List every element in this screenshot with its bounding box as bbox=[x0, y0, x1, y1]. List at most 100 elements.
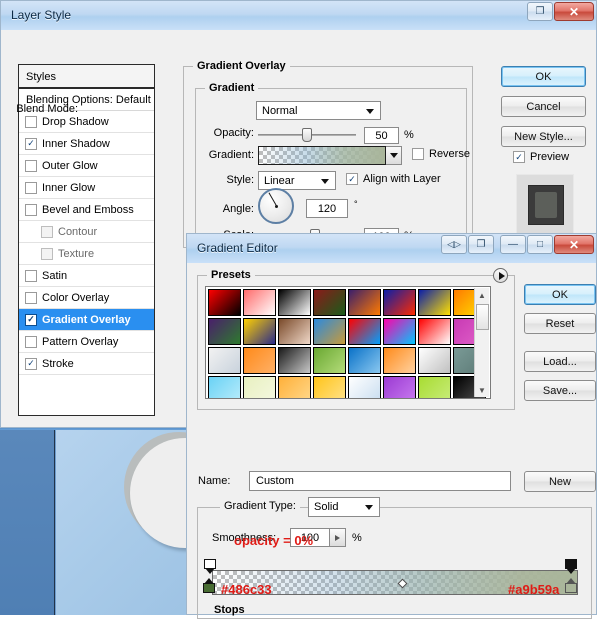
style-row-pattern-overlay[interactable]: Pattern Overlay bbox=[19, 331, 154, 353]
checkbox-inner-shadow[interactable] bbox=[25, 138, 37, 150]
presets-list[interactable]: ▲ ▼ bbox=[205, 286, 491, 399]
preset-swatch[interactable] bbox=[278, 376, 311, 399]
style-row-inner-shadow[interactable]: Inner Shadow bbox=[19, 133, 154, 155]
gradient-editor-save-button[interactable]: Save... bbox=[524, 380, 596, 401]
checkbox-reverse[interactable] bbox=[412, 148, 424, 160]
layer-style-ok-button[interactable]: OK bbox=[501, 66, 586, 87]
checkbox-stroke[interactable] bbox=[25, 358, 37, 370]
preset-swatch[interactable] bbox=[243, 376, 276, 399]
gradient-swatch[interactable] bbox=[258, 146, 386, 165]
gradient-picker-dropdown[interactable] bbox=[386, 146, 402, 165]
gradient-editor-titlebar[interactable]: Gradient Editor ◁▷ ❐ — □ ✕ bbox=[187, 234, 596, 263]
color-stop-left[interactable] bbox=[203, 578, 215, 594]
smoothness-stepper[interactable] bbox=[330, 528, 346, 547]
preset-swatch[interactable] bbox=[383, 289, 416, 316]
presets-scrollbar[interactable]: ▲ ▼ bbox=[474, 288, 489, 397]
checkbox-outer-glow[interactable] bbox=[25, 160, 37, 172]
presets-grid[interactable] bbox=[208, 289, 486, 399]
preset-swatch[interactable] bbox=[278, 347, 311, 374]
layer-style-cancel-button[interactable]: Cancel bbox=[501, 96, 586, 117]
opacity-slider-thumb[interactable] bbox=[302, 128, 312, 142]
preset-swatch[interactable] bbox=[208, 376, 241, 399]
style-row-gradient-overlay[interactable]: Gradient Overlay bbox=[19, 309, 154, 331]
checkbox-inner-glow[interactable] bbox=[25, 182, 37, 194]
style-row-satin[interactable]: Satin bbox=[19, 265, 154, 287]
checkbox-contour[interactable] bbox=[41, 226, 53, 238]
checkbox-preview[interactable] bbox=[513, 151, 525, 163]
style-row-contour[interactable]: Contour bbox=[19, 221, 154, 243]
angle-dial[interactable] bbox=[258, 188, 294, 224]
gradient-editor-ok-button[interactable]: OK bbox=[524, 284, 596, 305]
checkbox-texture[interactable] bbox=[41, 248, 53, 260]
opacity-value-field[interactable]: 50 bbox=[364, 127, 399, 144]
opacity-slider[interactable] bbox=[258, 127, 356, 143]
preset-swatch[interactable] bbox=[278, 318, 311, 345]
preset-swatch[interactable] bbox=[348, 376, 381, 399]
scroll-down-icon[interactable]: ▼ bbox=[475, 383, 490, 397]
gradient-picker[interactable] bbox=[258, 146, 402, 165]
presets-menu-icon[interactable] bbox=[493, 268, 508, 283]
preset-swatch[interactable] bbox=[383, 318, 416, 345]
resize-icon[interactable]: ◁▷ bbox=[441, 235, 467, 254]
color-stop-right[interactable] bbox=[565, 578, 577, 594]
opacity-stop-left[interactable] bbox=[204, 559, 216, 574]
preset-swatch[interactable] bbox=[313, 376, 346, 399]
minimize-icon[interactable]: — bbox=[500, 235, 526, 254]
checkbox-align-with-layer[interactable] bbox=[346, 173, 358, 185]
checkbox-drop-shadow[interactable] bbox=[25, 116, 37, 128]
opacity-stop-right[interactable] bbox=[565, 559, 577, 574]
restore-icon[interactable]: ❐ bbox=[468, 235, 494, 254]
gradient-type-select[interactable]: Solid bbox=[308, 497, 380, 517]
checkbox-pattern-overlay[interactable] bbox=[25, 336, 37, 348]
gradient-editor-window-buttons: ◁▷ ❐ — □ ✕ bbox=[440, 235, 594, 254]
gradient-editor-new-button[interactable]: New bbox=[524, 471, 596, 492]
gradient-editor-reset-button[interactable]: Reset bbox=[524, 313, 596, 334]
preset-swatch[interactable] bbox=[418, 347, 451, 374]
style-row-outer-glow[interactable]: Outer Glow bbox=[19, 155, 154, 177]
preset-swatch[interactable] bbox=[348, 289, 381, 316]
close-icon[interactable]: ✕ bbox=[554, 235, 594, 254]
style-select[interactable]: Linear bbox=[258, 171, 336, 190]
name-input[interactable]: Custom bbox=[249, 471, 511, 491]
preset-swatch[interactable] bbox=[243, 347, 276, 374]
checkbox-color-overlay[interactable] bbox=[25, 292, 37, 304]
style-row-color-overlay[interactable]: Color Overlay bbox=[19, 287, 154, 309]
preset-swatch[interactable] bbox=[348, 318, 381, 345]
reverse-checkbox-row[interactable]: Reverse bbox=[412, 148, 470, 160]
layer-style-titlebar[interactable]: Layer Style ❐ ✕ bbox=[1, 1, 596, 30]
preset-swatch[interactable] bbox=[348, 347, 381, 374]
new-style-button[interactable]: New Style... bbox=[501, 126, 586, 147]
checkbox-satin[interactable] bbox=[25, 270, 37, 282]
preset-swatch[interactable] bbox=[418, 289, 451, 316]
presets-scrollbar-thumb[interactable] bbox=[476, 304, 489, 330]
checkbox-gradient-overlay[interactable] bbox=[25, 314, 37, 326]
preset-swatch[interactable] bbox=[208, 318, 241, 345]
style-row-bevel-and-emboss[interactable]: Bevel and Emboss bbox=[19, 199, 154, 221]
preset-swatch[interactable] bbox=[313, 289, 346, 316]
checkbox-bevel-and-emboss[interactable] bbox=[25, 204, 37, 216]
preset-swatch[interactable] bbox=[243, 289, 276, 316]
preset-swatch[interactable] bbox=[418, 376, 451, 399]
preset-swatch[interactable] bbox=[208, 347, 241, 374]
gradient-editor-load-button[interactable]: Load... bbox=[524, 351, 596, 372]
blend-mode-select[interactable]: Normal bbox=[256, 101, 381, 120]
close-icon[interactable]: ✕ bbox=[554, 2, 594, 21]
style-row-inner-glow[interactable]: Inner Glow bbox=[19, 177, 154, 199]
scroll-up-icon[interactable]: ▲ bbox=[475, 288, 490, 302]
align-with-layer-row[interactable]: Align with Layer bbox=[346, 173, 441, 185]
preset-swatch[interactable] bbox=[313, 318, 346, 345]
preset-swatch[interactable] bbox=[383, 376, 416, 399]
preset-swatch[interactable] bbox=[383, 347, 416, 374]
preset-swatch[interactable] bbox=[208, 289, 241, 316]
preset-swatch[interactable] bbox=[243, 318, 276, 345]
preset-swatch[interactable] bbox=[313, 347, 346, 374]
preview-checkbox-row[interactable]: Preview bbox=[513, 151, 569, 163]
styles-list[interactable]: Styles Blending Options: Default Drop Sh… bbox=[18, 64, 155, 416]
angle-value-field[interactable]: 120 bbox=[306, 199, 348, 218]
preset-swatch[interactable] bbox=[418, 318, 451, 345]
maximize-icon[interactable]: □ bbox=[527, 235, 553, 254]
style-row-texture[interactable]: Texture bbox=[19, 243, 154, 265]
restore-icon[interactable]: ❐ bbox=[527, 2, 553, 21]
style-row-stroke[interactable]: Stroke bbox=[19, 353, 154, 375]
preset-swatch[interactable] bbox=[278, 289, 311, 316]
